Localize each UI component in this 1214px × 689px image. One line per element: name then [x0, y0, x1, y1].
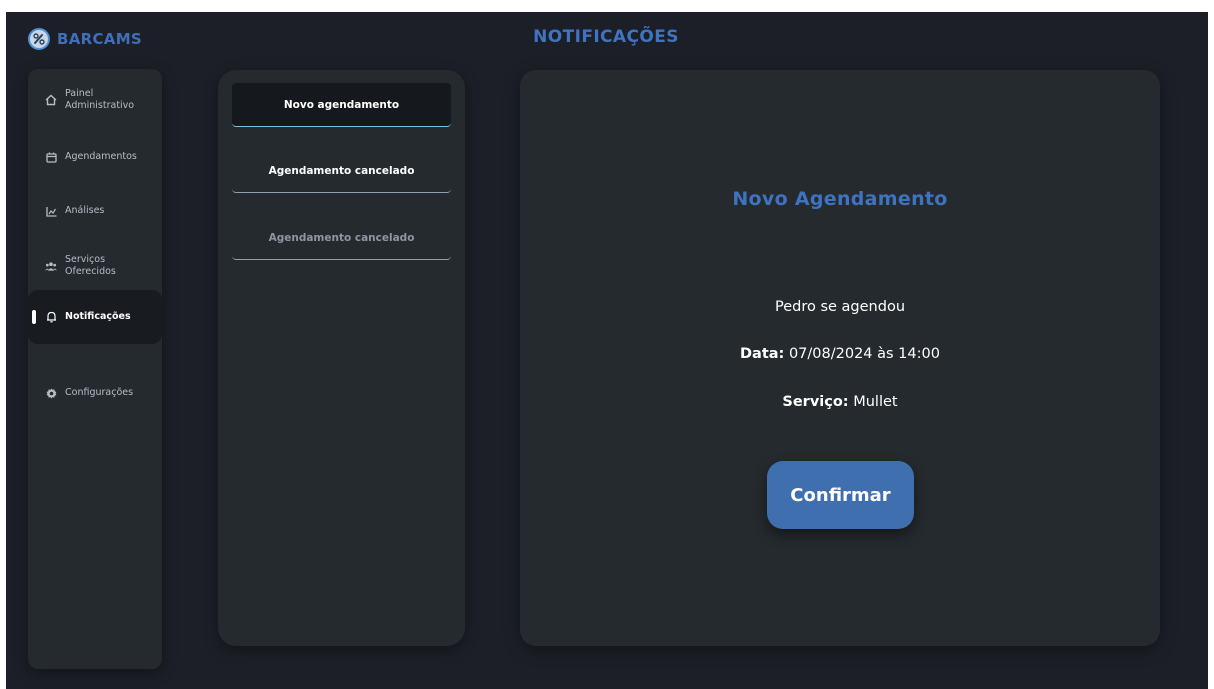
home-icon	[45, 94, 57, 106]
sidebar-item-label: Notificações	[65, 311, 131, 322]
detail-service: Serviço: Mullet	[520, 394, 1160, 410]
notification-detail: Novo Agendamento Pedro se agendou Data: …	[520, 70, 1160, 646]
sidebar: Painel Administrativo Agendamentos Análi…	[28, 69, 162, 669]
users-icon	[45, 260, 57, 272]
sidebar-item-painel-administrativo[interactable]: Painel Administrativo	[28, 83, 162, 117]
date-value: 07/08/2024 às 14:00	[788, 346, 940, 362]
notification-item[interactable]: Novo agendamento	[232, 83, 451, 127]
confirm-button[interactable]: Confirmar	[767, 461, 914, 529]
notification-item[interactable]: Agendamento cancelado	[232, 149, 451, 193]
chart-icon	[45, 205, 57, 217]
sidebar-item-label: Painel Administrativo	[65, 88, 135, 111]
sidebar-item-notificacoes[interactable]: Notificações	[28, 290, 162, 344]
sidebar-item-label: Configurações	[65, 387, 134, 398]
date-label: Data:	[740, 346, 785, 362]
notification-list: Novo agendamento Agendamento cancelado A…	[218, 70, 465, 646]
sidebar-item-servicos-oferecidos[interactable]: Serviços Oferecidos	[28, 249, 162, 283]
sidebar-item-label: Agendamentos	[65, 151, 137, 162]
notification-item[interactable]: Agendamento cancelado	[232, 216, 451, 260]
detail-message: Pedro se agendou	[774, 299, 906, 315]
sidebar-item-label: Serviços Oferecidos	[65, 254, 116, 277]
barber-logo-icon	[28, 28, 50, 50]
sidebar-item-analises[interactable]: Análises	[28, 201, 162, 221]
brand-name: BARCAMS	[57, 30, 143, 48]
calendar-icon	[45, 151, 57, 163]
app-window: BARCAMS NOTIFICAÇÕES Painel Administrati…	[6, 12, 1208, 689]
detail-title: Novo Agendamento	[732, 188, 948, 210]
service-label: Serviço:	[782, 394, 849, 410]
bell-icon	[45, 311, 57, 323]
sidebar-item-agendamentos[interactable]: Agendamentos	[28, 147, 162, 167]
active-indicator	[32, 310, 36, 324]
page-title: NOTIFICAÇÕES	[533, 27, 679, 47]
sidebar-item-configuracoes[interactable]: Configurações	[28, 383, 162, 403]
gear-icon	[45, 387, 57, 399]
service-value: Mullet	[853, 394, 898, 410]
sidebar-item-label: Análises	[65, 205, 105, 216]
detail-date: Data: 07/08/2024 às 14:00	[520, 346, 1160, 362]
brand[interactable]: BARCAMS	[28, 27, 142, 51]
